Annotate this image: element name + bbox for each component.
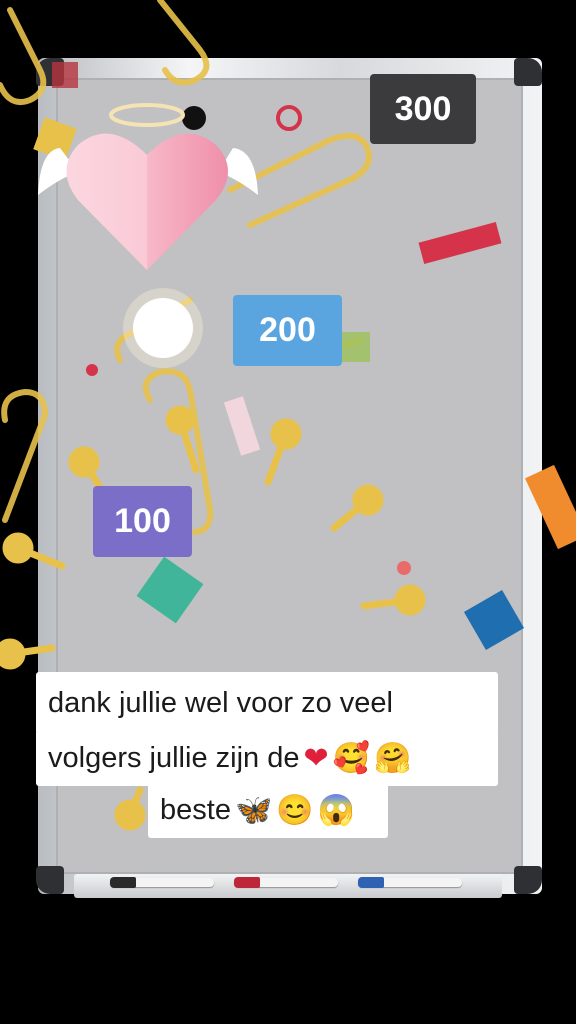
caption-line-3-text: beste [160, 793, 231, 826]
winged-heart-with-halo-icon [38, 103, 258, 270]
caption-line-2: volgers jullie zijn de ❤ 🥰 🤗 [36, 730, 498, 786]
black-marker-icon [110, 877, 214, 888]
red-marker-icon [234, 877, 338, 888]
caption-line-1: dank jullie wel voor zo veel [36, 672, 498, 734]
blue-marker-icon [358, 877, 462, 888]
smiling-face-with-hearts-emoji-icon: 🥰 [332, 741, 370, 775]
smiling-face-emoji-icon: 😊 [276, 793, 314, 827]
hugging-face-emoji-icon: 🤗 [373, 741, 412, 775]
caption-line-3: beste 🦋 😊 😱 [148, 782, 388, 838]
stage: 300 200 100 dank jullie wel voor zo veel… [0, 0, 576, 1024]
caption-line-2-text: volgers jullie zijn de [48, 741, 300, 774]
butterfly-emoji-icon: 🦋 [234, 793, 273, 827]
screaming-face-emoji-icon: 😱 [317, 793, 356, 827]
red-heart-emoji-icon: ❤ [303, 741, 329, 775]
score-100-badge: 100 [93, 486, 192, 557]
score-300-badge: 300 [370, 74, 476, 144]
score-200-badge: 200 [233, 295, 342, 366]
caption-line-1-text: dank jullie wel voor zo veel [48, 686, 393, 719]
